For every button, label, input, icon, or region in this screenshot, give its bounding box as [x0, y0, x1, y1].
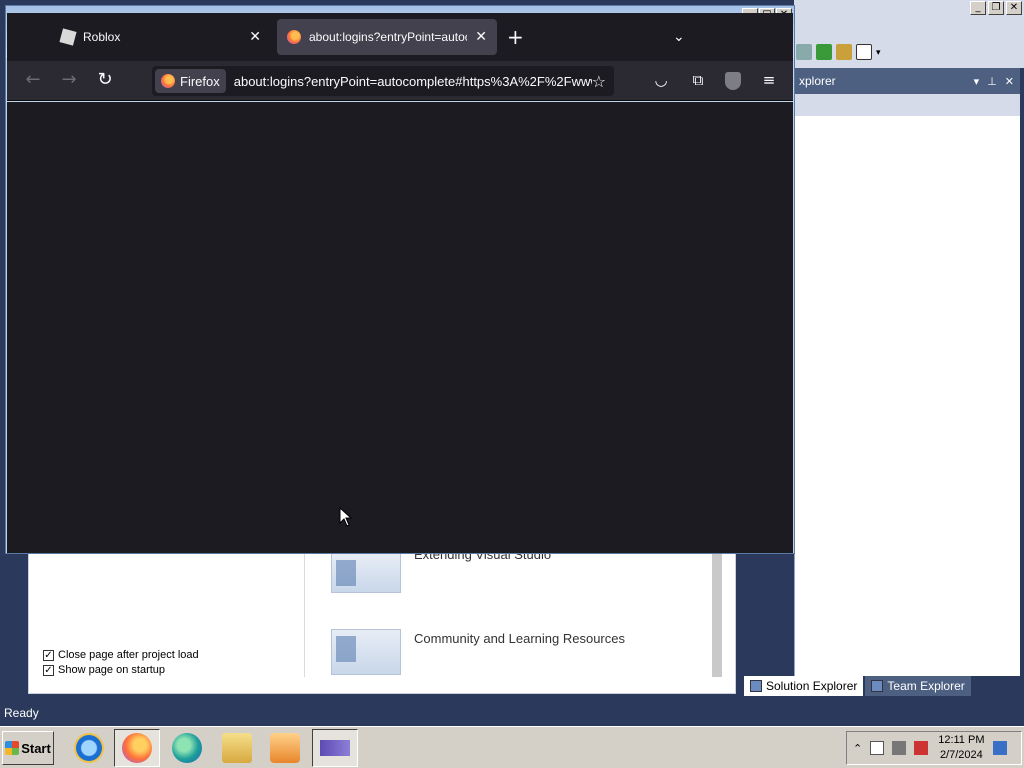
checkmark-icon: ✓ [43, 649, 54, 661]
navigation-toolbar: ← → ↻ Firefox about:logins?entryPoint=au… [7, 61, 793, 101]
toolbar-overflow-icon[interactable]: ▾ [876, 47, 881, 58]
tab-roblox[interactable]: Roblox ✕ [51, 19, 271, 55]
media-player-icon [270, 733, 300, 763]
taskbar-file-explorer[interactable] [214, 729, 260, 767]
extensions-icon[interactable]: ⧉ [686, 69, 710, 93]
solution-explorer-toolbar [795, 94, 1020, 116]
import-icon[interactable] [816, 44, 832, 60]
vs-bottom-tabs: Solution Explorer Team Explorer [740, 676, 1024, 698]
vs-restore-button[interactable]: ❐ [988, 1, 1004, 15]
checkbox-label: Close page after project load [58, 649, 199, 661]
status-text: Ready [4, 706, 39, 720]
resource-thumbnail [331, 629, 401, 675]
clock-time: 12:11 PM [938, 734, 985, 746]
ublock-origin-icon[interactable] [721, 69, 745, 93]
taskbar-internet-explorer[interactable] [66, 729, 112, 767]
reload-icon[interactable]: ↻ [93, 69, 117, 93]
chevron-down-icon[interactable]: ⌄ [673, 29, 685, 45]
vs-start-page: Extending Visual Studio Community and Le… [28, 547, 736, 694]
windows-icon[interactable] [836, 44, 852, 60]
volume-muted-icon[interactable] [914, 741, 929, 755]
url-bar[interactable]: Firefox about:logins?entryPoint=autocomp… [152, 66, 614, 96]
clock[interactable]: 12:11 PM 2/7/2024 [938, 733, 984, 763]
edge-icon [172, 733, 202, 763]
taskbar-visual-studio[interactable] [312, 729, 358, 767]
close-after-load-checkbox[interactable]: ✓ Close page after project load [43, 649, 199, 661]
close-icon[interactable]: ✕ [1005, 75, 1014, 88]
start-label: Start [21, 740, 51, 756]
pocket-icon[interactable]: ◡ [649, 69, 673, 93]
toolbar-icon[interactable] [796, 44, 812, 60]
checkmark-icon: ✓ [43, 664, 54, 676]
tab-label: Solution Explorer [766, 679, 858, 693]
hamburger-menu-icon[interactable]: ≡ [757, 69, 781, 93]
tab-label: about:logins?entryPoint=autocomplete [309, 30, 467, 44]
clock-date: 2/7/2024 [939, 749, 983, 761]
url-input[interactable]: about:logins?entryPoint=autocomplete#htt… [234, 74, 592, 89]
solution-explorer-title: xplorer [799, 74, 836, 88]
back-arrow-icon[interactable]: ← [21, 69, 45, 93]
community-resources-link[interactable]: Community and Learning Resources [414, 631, 625, 646]
solution-explorer-panel: xplorer ▾ ⊥ ✕ [794, 68, 1020, 676]
checkbox-label: Show page on startup [58, 664, 166, 676]
tab-about-logins[interactable]: about:logins?entryPoint=autocomplete ✕ [277, 19, 497, 55]
taskbar-edge[interactable] [164, 729, 210, 767]
command-window-icon[interactable] [856, 44, 872, 60]
flag-icon[interactable] [870, 741, 885, 755]
show-desktop-icon[interactable] [992, 741, 1007, 755]
show-hidden-icons-icon[interactable]: ⌃ [853, 742, 862, 755]
network-icon[interactable] [892, 741, 907, 755]
folder-icon [222, 733, 252, 763]
forward-arrow-icon[interactable]: → [57, 69, 81, 93]
vs-toolbar: ▾ [794, 40, 904, 64]
tab-solution-explorer[interactable]: Solution Explorer [744, 676, 864, 696]
status-bar: Ready [0, 700, 1024, 726]
vs-minimize-button[interactable]: _ [970, 1, 986, 15]
taskbar-firefox[interactable] [114, 729, 160, 767]
identity-box[interactable]: Firefox [155, 69, 226, 93]
close-icon[interactable]: ✕ [475, 29, 487, 45]
solution-explorer-titlebar: xplorer ▾ ⊥ ✕ [795, 68, 1020, 94]
pin-icon[interactable]: ⊥ [987, 75, 997, 88]
tab-label: Roblox [83, 30, 121, 44]
show-on-startup-checkbox[interactable]: ✓ Show page on startup [43, 664, 165, 676]
mouse-cursor-icon [339, 507, 353, 527]
system-tray: ⌃ 12:11 PM 2/7/2024 [846, 731, 1022, 765]
page-content[interactable] [7, 102, 793, 553]
vs-close-button[interactable]: ✕ [1006, 1, 1022, 15]
firefox-icon [161, 74, 175, 88]
firefox-icon [122, 733, 152, 763]
divider [304, 553, 305, 677]
taskbar-media-player[interactable] [262, 729, 308, 767]
scrollbar[interactable] [712, 553, 722, 677]
visual-studio-icon [320, 740, 350, 756]
team-explorer-icon [871, 680, 884, 692]
taskbar: Start ⌃ 12:11 PM 2/7/2024 [0, 726, 1024, 768]
start-button[interactable]: Start [2, 731, 54, 765]
bookmark-star-icon[interactable]: ☆ [592, 72, 606, 91]
resource-thumbnail [331, 553, 401, 593]
vs-window-controls: _ ❐ ✕ [970, 1, 1022, 15]
identity-label: Firefox [180, 73, 220, 89]
close-icon[interactable]: ✕ [249, 29, 261, 45]
tab-strip: Roblox ✕ about:logins?entryPoint=autocom… [7, 13, 793, 61]
tab-team-explorer[interactable]: Team Explorer [865, 676, 971, 696]
firefox-window: _ □ ✕ Roblox ✕ about:logins?entryPoint=a… [5, 5, 795, 554]
firefox-icon [287, 30, 301, 44]
solution-explorer-icon [750, 680, 762, 692]
windows-logo-icon [5, 741, 20, 755]
internet-explorer-icon [74, 733, 104, 763]
dropdown-icon[interactable]: ▾ [974, 75, 980, 88]
new-tab-button[interactable]: + [507, 27, 524, 47]
tab-label: Team Explorer [887, 679, 965, 693]
roblox-icon [59, 28, 77, 46]
